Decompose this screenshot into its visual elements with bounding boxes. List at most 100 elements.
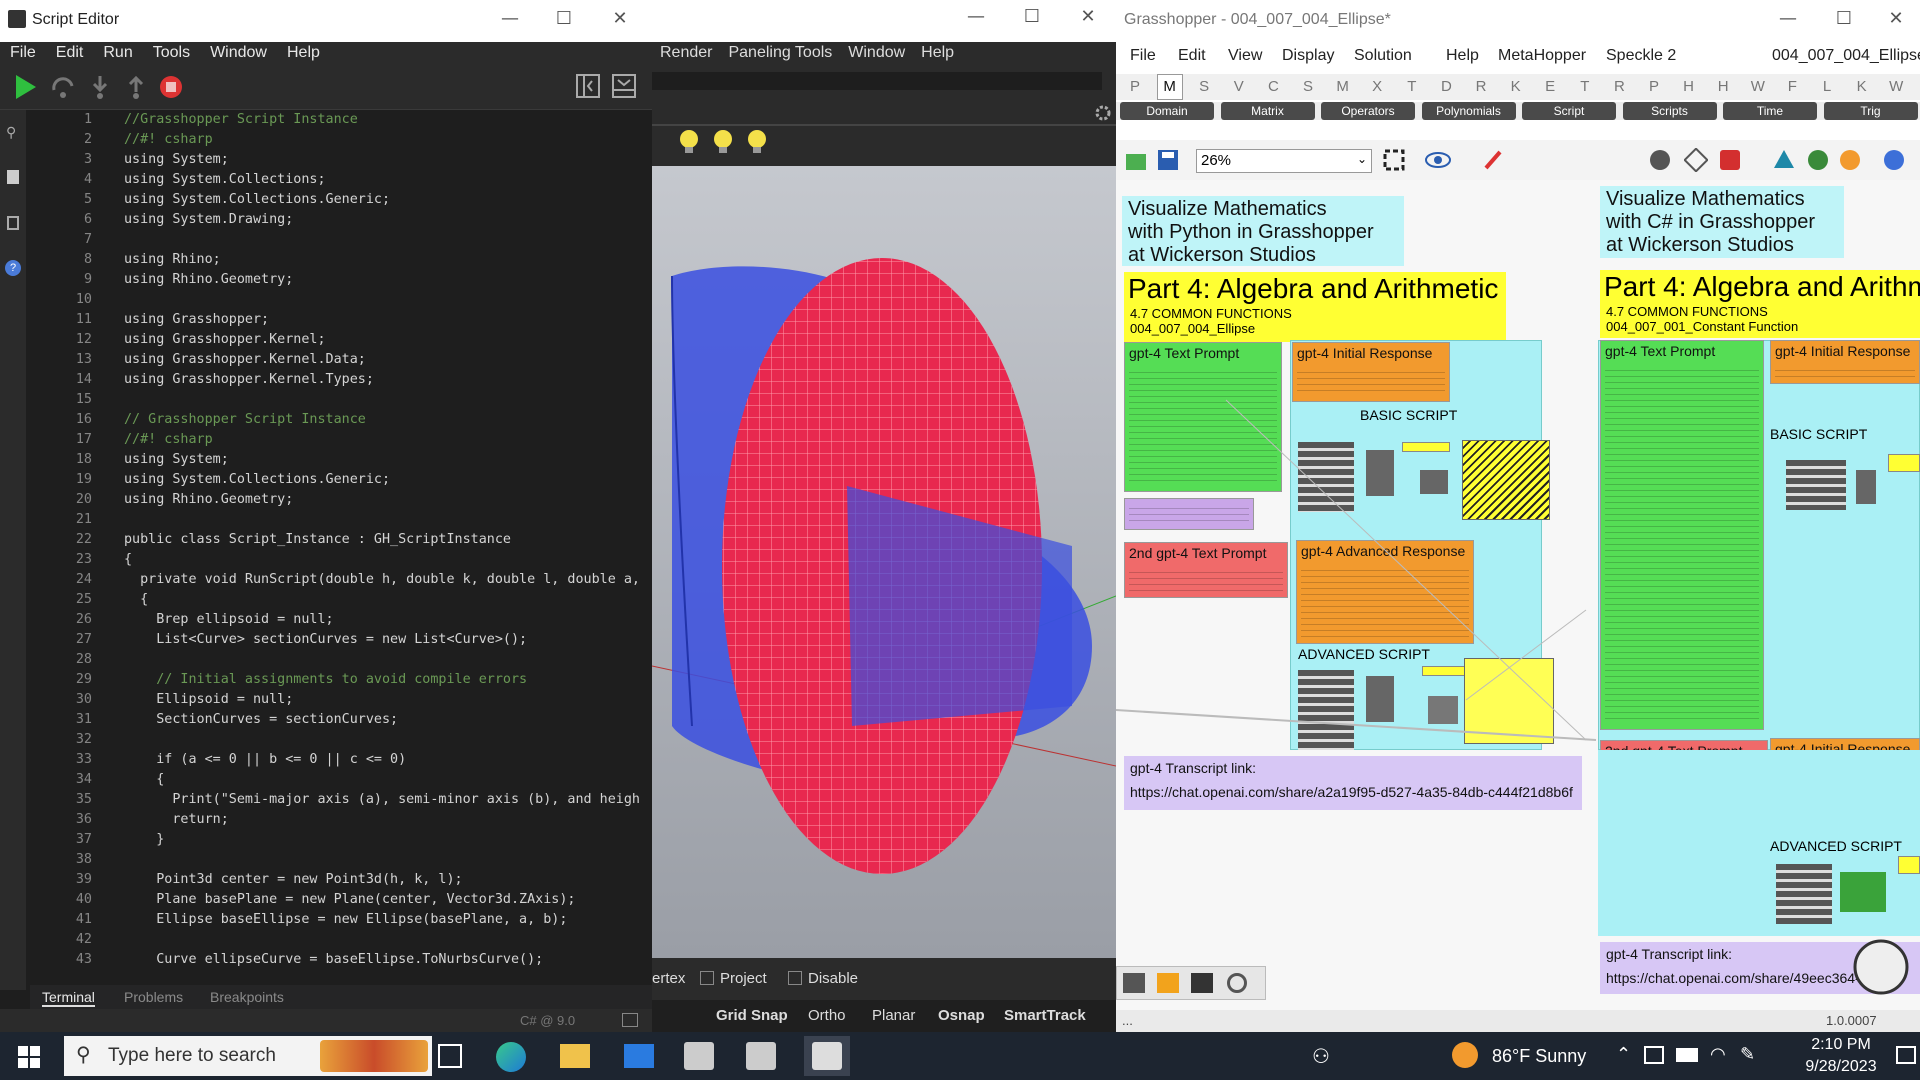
store-icon[interactable] — [624, 1044, 654, 1068]
battery-icon[interactable] — [1676, 1048, 1698, 1062]
wifi-icon[interactable]: ◠ — [1710, 1044, 1726, 1065]
code-line[interactable]: 17 //#! csharp — [30, 430, 652, 450]
code-line[interactable]: 42 — [30, 930, 652, 950]
grasshopper-app-icon[interactable] — [812, 1042, 842, 1070]
code-line[interactable]: 35 Print("Semi-major axis (a), semi-mino… — [30, 790, 652, 810]
menu-help[interactable]: Help — [277, 44, 330, 62]
gh-minimize-button[interactable]: — — [1768, 8, 1808, 29]
gh-category-trig[interactable]: Trig — [1823, 102, 1918, 120]
script-editor-titlebar[interactable]: Script Editor — ☐ ✕ — [0, 0, 652, 42]
clock-date[interactable]: 9/28/2023 — [1796, 1058, 1886, 1076]
gh-category-polynomials[interactable]: Polynomials — [1421, 102, 1516, 120]
gh-tab[interactable]: T — [1399, 78, 1425, 95]
code-line[interactable]: 20 using Rhino.Geometry; — [30, 490, 652, 510]
tray-app-icon[interactable] — [1644, 1046, 1664, 1064]
code-line[interactable]: 25 { — [30, 590, 652, 610]
gh-tab[interactable]: E — [1537, 78, 1563, 95]
gh-category-domain[interactable]: Domain — [1120, 102, 1214, 120]
gh-tab[interactable]: P — [1641, 78, 1667, 95]
library-icon[interactable] — [7, 216, 19, 230]
settings-gear-icon[interactable] — [1094, 104, 1112, 122]
gh-menu-solution[interactable]: Solution — [1354, 47, 1412, 65]
step-into-icon[interactable] — [88, 74, 112, 100]
help-icon[interactable]: ? — [5, 260, 21, 276]
terminal-toggle-icon[interactable] — [612, 74, 636, 98]
menu-window[interactable]: Window — [840, 44, 913, 62]
code-line[interactable]: 9 using Rhino.Geometry; — [30, 270, 652, 290]
gh-tab[interactable]: H — [1710, 78, 1736, 95]
rhino-app-icon[interactable] — [746, 1042, 776, 1070]
gh-tab[interactable]: L — [1814, 78, 1840, 95]
code-line[interactable]: 10 — [30, 290, 652, 310]
rhino-7-app-icon[interactable] — [684, 1042, 714, 1070]
code-line[interactable]: 5 using System.Collections.Generic; — [30, 190, 652, 210]
gh-tab[interactable]: H — [1676, 78, 1702, 95]
windows-start-icon[interactable] — [18, 1046, 40, 1068]
search-icon[interactable]: ⚲ — [6, 124, 16, 141]
code-line[interactable]: 30 Ellipsoid = null; — [30, 690, 652, 710]
globe-icon[interactable] — [1882, 148, 1906, 172]
custom-preview-icon[interactable] — [1806, 148, 1830, 172]
code-line[interactable]: 41 Ellipse baseEllipse = new Ellipse(bas… — [30, 910, 652, 930]
gh-tab[interactable]: P — [1122, 78, 1148, 95]
gh-maximize-button[interactable]: ☐ — [1824, 8, 1864, 29]
panel-toggle-icon[interactable] — [576, 74, 600, 98]
gh-category-time[interactable]: Time — [1723, 102, 1817, 120]
run-icon[interactable] — [14, 74, 38, 100]
bake-icon[interactable] — [1123, 973, 1145, 993]
gh-tab[interactable]: K — [1503, 78, 1529, 95]
code-line[interactable]: 22 public class Script_Instance : GH_Scri… — [30, 530, 652, 550]
tab-problems[interactable]: Problems — [124, 989, 183, 1005]
edge-browser-icon[interactable] — [496, 1042, 526, 1072]
language-status[interactable]: C# @ 9.0 — [520, 1013, 575, 1028]
gh-menu-speckle[interactable]: Speckle 2 — [1606, 47, 1676, 65]
code-line[interactable]: 26 Brep ellipsoid = null; — [30, 610, 652, 630]
code-line[interactable]: 40 Plane basePlane = new Plane(center, V… — [30, 890, 652, 910]
gh-canvas[interactable]: Visualize Mathematics with Python in Gra… — [1116, 180, 1920, 1010]
code-line[interactable]: 2 //#! csharp — [30, 130, 652, 150]
disable-checkbox[interactable] — [788, 971, 802, 985]
weather-text[interactable]: 86°F Sunny — [1492, 1046, 1586, 1067]
document-preview-icon[interactable] — [1772, 148, 1796, 172]
clock-time[interactable]: 2:10 PM — [1796, 1036, 1886, 1054]
menu-edit[interactable]: Edit — [46, 44, 94, 62]
tab-breakpoints[interactable]: Breakpoints — [210, 989, 284, 1005]
rhino-perspective-viewport[interactable] — [652, 166, 1116, 958]
task-view-icon[interactable] — [438, 1044, 462, 1068]
gh-category-script[interactable]: Script — [1522, 102, 1616, 120]
wireframe-icon[interactable] — [1684, 148, 1708, 172]
code-line[interactable]: 21 — [30, 510, 652, 530]
gh-tab[interactable]: S — [1295, 78, 1321, 95]
gh-menu-help[interactable]: Help — [1446, 47, 1479, 65]
planar-toggle[interactable]: Planar — [872, 1007, 915, 1024]
osnap-vertex[interactable]: ertex — [652, 970, 685, 987]
code-line[interactable]: 14 using Grasshopper.Kernel.Types; — [30, 370, 652, 390]
code-line[interactable]: 29 // Initial assignments to avoid compi… — [30, 670, 652, 690]
pen-icon[interactable]: ✎ — [1740, 1044, 1755, 1065]
gh-category-matrix[interactable]: Matrix — [1220, 102, 1315, 120]
gh-tab[interactable]: M — [1330, 78, 1356, 95]
code-line[interactable]: 23 { — [30, 550, 652, 570]
notifications-icon[interactable] — [1896, 1046, 1916, 1064]
menu-file[interactable]: File — [0, 44, 46, 62]
gh-tab[interactable]: W — [1745, 78, 1771, 95]
zoom-dropdown[interactable]: 26% ⌄ — [1196, 149, 1372, 173]
rhino-titlebar[interactable]: — ☐ ✕ — [652, 0, 1116, 42]
console-icon[interactable] — [622, 1013, 638, 1027]
menu-help[interactable]: Help — [913, 44, 962, 62]
tab-terminal[interactable]: Terminal — [42, 989, 95, 1007]
zoom-extents-icon[interactable] — [1382, 148, 1406, 172]
menu-paneling-tools[interactable]: Paneling Tools — [720, 44, 840, 62]
shaded-preview-icon[interactable] — [1718, 148, 1742, 172]
file-icon[interactable] — [7, 170, 19, 184]
code-line[interactable]: 13 using Grasshopper.Kernel.Data; — [30, 350, 652, 370]
gh-category-scripts[interactable]: Scripts — [1622, 102, 1717, 120]
code-line[interactable]: 36 return; — [30, 810, 652, 830]
gh-tab[interactable]: F — [1779, 78, 1805, 95]
people-icon[interactable]: ⚇ — [1312, 1044, 1330, 1069]
material-icon[interactable] — [1838, 148, 1862, 172]
code-line[interactable]: 18 using System; — [30, 450, 652, 470]
code-line[interactable]: 6 using System.Drawing; — [30, 210, 652, 230]
preview-mode-icon[interactable] — [1648, 148, 1672, 172]
gh-tab[interactable]: K — [1849, 78, 1875, 95]
